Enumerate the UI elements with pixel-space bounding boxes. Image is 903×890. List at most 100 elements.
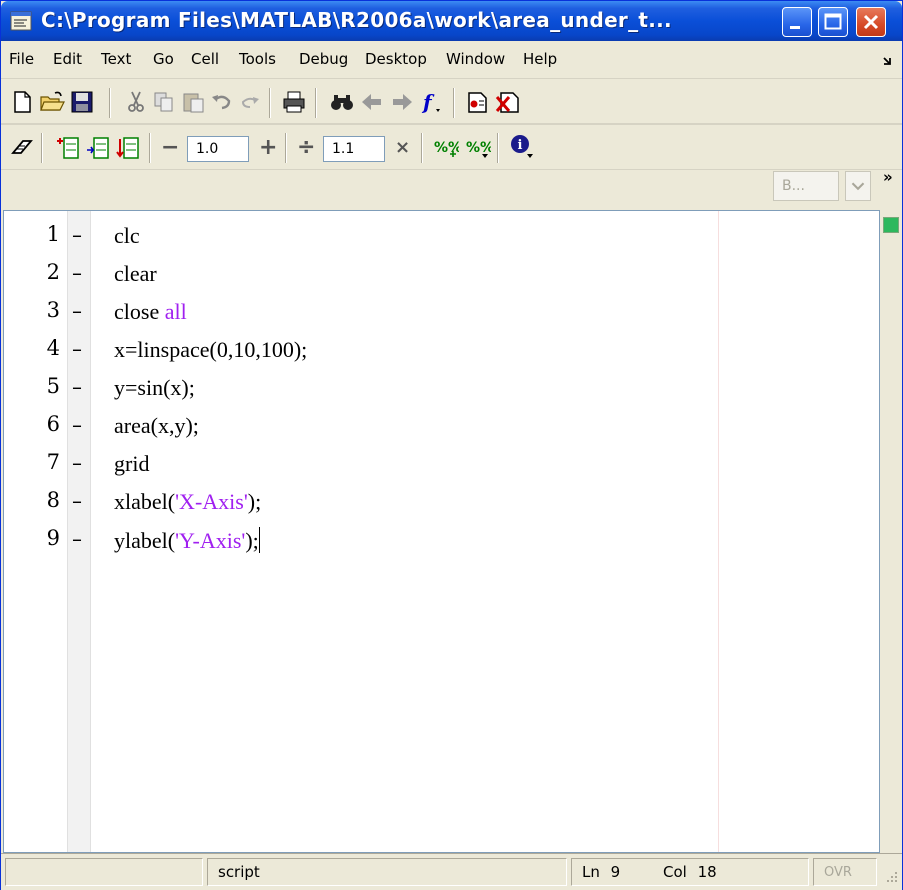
menu-desktop[interactable]: Desktop	[365, 50, 427, 68]
toolbar-overflow-icon[interactable]: »	[883, 168, 893, 186]
title-bar[interactable]: C:\Program Files\MATLAB\R2006a\work\area…	[1, 1, 902, 41]
evaluate-file-icon[interactable]	[115, 135, 141, 161]
function-icon[interactable]: f	[419, 89, 445, 115]
code-text: ylabel(	[114, 528, 176, 553]
print-icon[interactable]	[281, 89, 307, 115]
copy-icon[interactable]	[151, 89, 177, 115]
executable-line-marker[interactable]: –	[72, 223, 82, 247]
code-analyzer-status-indicator[interactable]	[883, 217, 899, 233]
cell-divider-menu-icon[interactable]: %%	[465, 135, 491, 161]
code-text: area(x,y);	[114, 413, 199, 438]
toolbar-separator	[149, 133, 151, 163]
editor-window: C:\Program Files\MATLAB\R2006a\work\area…	[0, 0, 903, 890]
undo-icon[interactable]	[209, 89, 235, 115]
open-folder-icon[interactable]	[39, 89, 65, 115]
close-button[interactable]	[856, 7, 886, 37]
insert-cell-divider-icon[interactable]: %%	[433, 135, 459, 161]
menu-edit[interactable]: Edit	[53, 50, 82, 68]
code-text: x=linspace(0,10,100);	[114, 337, 308, 362]
toolbar-separator	[285, 133, 287, 163]
clear-breakpoint-icon[interactable]	[495, 89, 521, 115]
code-line[interactable]: xlabel('X-Axis');	[114, 489, 261, 515]
new-file-icon[interactable]	[9, 89, 35, 115]
maximize-button[interactable]	[818, 7, 848, 37]
executable-line-marker[interactable]: –	[72, 527, 82, 551]
line-number: 7	[46, 450, 60, 474]
line-number: 2	[46, 260, 60, 284]
minimize-icon	[790, 26, 800, 29]
info-icon[interactable]: i	[509, 133, 535, 159]
evaluate-cell-advance-icon[interactable]	[85, 135, 111, 161]
minimize-button[interactable]	[782, 7, 812, 37]
redo-icon[interactable]	[237, 89, 263, 115]
toolbar-separator	[109, 88, 111, 118]
divide-value-field[interactable]: 1.1	[323, 136, 385, 162]
status-mode: script	[207, 858, 567, 886]
code-line[interactable]: ylabel('Y-Axis');	[114, 527, 260, 554]
overwrite-indicator: OVR	[813, 858, 877, 886]
right-text-limit-line	[718, 211, 719, 852]
code-line[interactable]: clear	[114, 261, 157, 287]
code-text: );	[245, 528, 259, 553]
editor-toolbar: f B... »	[1, 80, 902, 201]
code-line[interactable]: grid	[114, 451, 149, 477]
code-line[interactable]: x=linspace(0,10,100);	[114, 337, 307, 363]
find-icon[interactable]	[329, 89, 355, 115]
menu-file[interactable]: File	[9, 50, 34, 68]
decrement-value-field[interactable]: 1.0	[187, 136, 249, 162]
chevron-down-icon[interactable]	[845, 171, 871, 201]
code-text: clc	[114, 223, 140, 248]
line-number: 3	[46, 298, 60, 322]
increment-button[interactable]: +	[259, 135, 277, 160]
code-string: 'Y-Axis'	[175, 528, 246, 553]
code-editor[interactable]: 1 – clc 2 – clear 3 – close all 4 – x=li…	[3, 210, 880, 853]
close-icon	[863, 14, 879, 30]
stack-combo[interactable]: B...	[773, 171, 839, 201]
menu-cell[interactable]: Cell	[191, 50, 219, 68]
line-number: 1	[46, 222, 60, 246]
menu-dock-arrow-icon[interactable]	[882, 55, 894, 67]
menu-tools[interactable]: Tools	[239, 50, 276, 68]
code-text: grid	[114, 451, 150, 476]
paste-icon[interactable]	[181, 89, 207, 115]
divide-button[interactable]: ÷	[297, 135, 315, 160]
code-string: 'X-Axis'	[175, 489, 248, 514]
menu-debug[interactable]: Debug	[299, 50, 348, 68]
save-icon[interactable]	[69, 89, 95, 115]
executable-line-marker[interactable]: –	[72, 375, 82, 399]
code-line[interactable]: y=sin(x);	[114, 375, 195, 401]
executable-line-marker[interactable]: –	[72, 413, 82, 437]
line-number: 9	[46, 526, 60, 550]
executable-line-marker[interactable]: –	[72, 299, 82, 323]
cell-mode-icon[interactable]	[9, 135, 35, 161]
code-text: xlabel(	[114, 489, 176, 514]
executable-line-marker[interactable]: –	[72, 261, 82, 285]
code-line[interactable]: area(x,y);	[114, 413, 199, 439]
line-number: 6	[46, 412, 60, 436]
decrement-button[interactable]: −	[161, 135, 179, 160]
code-text: close	[114, 299, 165, 324]
toolbar-separator	[315, 88, 317, 118]
executable-line-marker[interactable]: –	[72, 337, 82, 361]
text-cursor	[258, 527, 260, 553]
menu-window[interactable]: Window	[446, 50, 505, 68]
menu-text[interactable]: Text	[101, 50, 131, 68]
menu-help[interactable]: Help	[523, 50, 557, 68]
multiply-button[interactable]: ×	[395, 137, 410, 158]
code-line[interactable]: close all	[114, 299, 187, 325]
line-number: 4	[46, 336, 60, 360]
matlab-editor-icon[interactable]	[9, 9, 33, 33]
evaluate-cell-icon[interactable]	[55, 135, 81, 161]
back-icon[interactable]	[359, 89, 385, 115]
menu-go[interactable]: Go	[153, 50, 174, 68]
toolbar-separator	[41, 133, 43, 163]
cut-icon[interactable]	[123, 89, 149, 115]
executable-line-marker[interactable]: –	[72, 451, 82, 475]
maximize-icon	[824, 13, 842, 30]
code-line[interactable]: clc	[114, 223, 140, 249]
resize-grip-icon[interactable]	[885, 870, 899, 884]
forward-icon[interactable]	[389, 89, 415, 115]
executable-line-marker[interactable]: –	[72, 489, 82, 513]
message-bar	[880, 210, 902, 853]
set-breakpoint-icon[interactable]	[465, 89, 491, 115]
